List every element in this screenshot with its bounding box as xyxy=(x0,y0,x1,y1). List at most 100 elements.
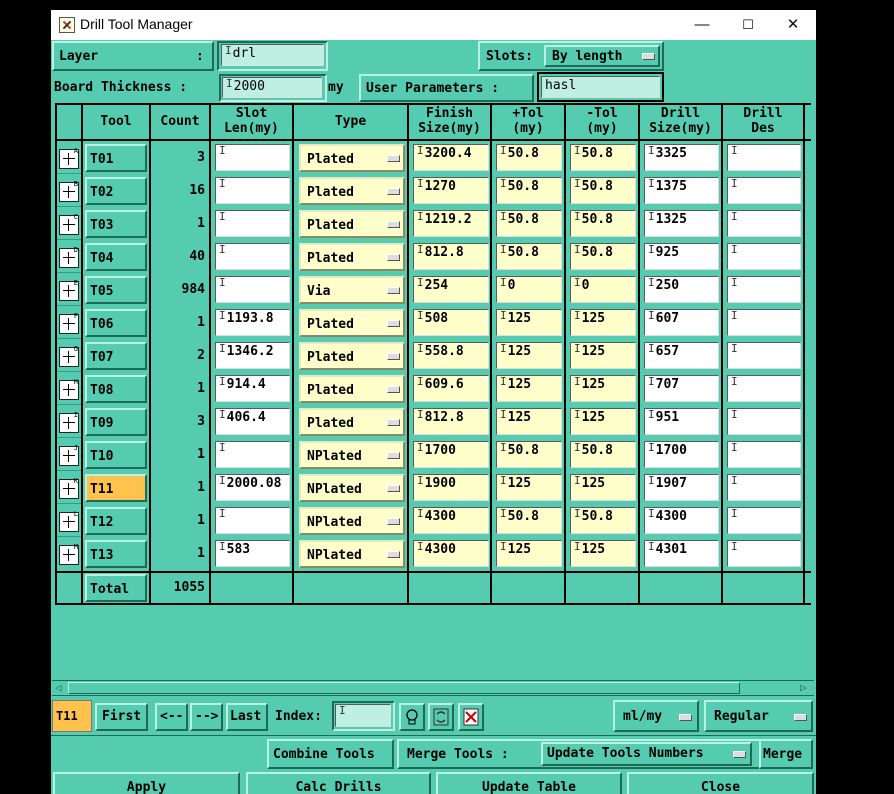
drill-size-input[interactable]: 4300 xyxy=(644,507,719,534)
slot-length-input[interactable] xyxy=(215,177,290,204)
row-expand-icon[interactable]: A xyxy=(59,148,79,169)
row-expand-icon[interactable]: K xyxy=(59,478,79,499)
drill-size-input[interactable]: 707 xyxy=(644,375,719,402)
drill-size-input[interactable]: 1325 xyxy=(644,210,719,237)
minus-tol-input[interactable]: 50.8 xyxy=(570,507,636,534)
type-select[interactable]: Plated xyxy=(299,243,405,271)
maximize-button[interactable]: ☐ xyxy=(725,10,771,40)
drill-des-input[interactable] xyxy=(727,276,801,303)
minus-tol-input[interactable]: 125 xyxy=(570,408,636,435)
type-select[interactable]: Plated xyxy=(299,144,405,172)
calc-drills-button[interactable]: Calc Drills xyxy=(246,772,431,794)
drill-size-input[interactable]: 4301 xyxy=(644,540,719,567)
index-input[interactable] xyxy=(335,704,391,727)
drill-des-input[interactable] xyxy=(727,507,801,534)
delete-button[interactable] xyxy=(458,703,484,731)
plus-tol-input[interactable]: 50.8 xyxy=(496,177,562,204)
row-expand-icon[interactable]: C xyxy=(59,214,79,235)
slot-length-input[interactable] xyxy=(215,210,290,237)
mode-select[interactable]: Regular xyxy=(704,700,813,732)
tool-button[interactable]: T09 xyxy=(85,408,147,436)
tool-button[interactable]: T02 xyxy=(85,177,147,205)
tool-button[interactable]: T01 xyxy=(85,144,147,172)
plus-tol-input[interactable]: 50.8 xyxy=(496,144,562,171)
plus-tol-input[interactable]: 50.8 xyxy=(496,243,562,270)
slot-length-input[interactable]: 406.4 xyxy=(215,408,290,435)
tool-button[interactable]: T13 xyxy=(85,540,147,568)
slot-length-input[interactable]: 1193.8 xyxy=(215,309,290,336)
finish-size-input[interactable]: 812.8 xyxy=(413,408,489,435)
plus-tol-input[interactable]: 125 xyxy=(496,474,562,501)
tool-button[interactable]: T08 xyxy=(85,375,147,403)
row-expand-icon[interactable]: I xyxy=(59,412,79,433)
drill-size-input[interactable]: 607 xyxy=(644,309,719,336)
drill-des-input[interactable] xyxy=(727,375,801,402)
row-expand-icon[interactable]: F xyxy=(59,313,79,334)
type-select[interactable]: Plated xyxy=(299,177,405,205)
drill-des-input[interactable] xyxy=(727,144,801,171)
tool-button[interactable]: T05 xyxy=(85,276,147,304)
scrollbar-thumb[interactable] xyxy=(68,682,740,694)
drill-des-input[interactable] xyxy=(727,441,801,468)
type-select[interactable]: Plated xyxy=(299,375,405,403)
finish-size-input[interactable]: 3200.4 xyxy=(413,144,489,171)
plus-tol-input[interactable]: 0 xyxy=(496,276,562,303)
slots-select[interactable]: By length xyxy=(544,45,660,67)
drill-size-input[interactable]: 3325 xyxy=(644,144,719,171)
type-select[interactable]: Plated xyxy=(299,309,405,337)
tool-button[interactable]: T06 xyxy=(85,309,147,337)
apply-button[interactable]: Apply xyxy=(53,772,240,794)
user-parameters-input[interactable]: hasl xyxy=(541,76,660,98)
drill-des-input[interactable] xyxy=(727,540,801,567)
finish-size-input[interactable]: 1219.2 xyxy=(413,210,489,237)
tool-button[interactable]: T10 xyxy=(85,441,147,469)
row-expand-icon[interactable]: J xyxy=(59,445,79,466)
last-button[interactable]: Last xyxy=(226,703,268,731)
minus-tol-input[interactable]: 50.8 xyxy=(570,210,636,237)
drill-size-input[interactable]: 657 xyxy=(644,342,719,369)
minus-tol-input[interactable]: 50.8 xyxy=(570,441,636,468)
minus-tol-input[interactable]: 125 xyxy=(570,309,636,336)
row-expand-icon[interactable]: D xyxy=(59,247,79,268)
slot-length-input[interactable] xyxy=(215,243,290,270)
prev-button[interactable]: <-- xyxy=(155,703,188,731)
finish-size-input[interactable]: 1270 xyxy=(413,177,489,204)
finish-size-input[interactable]: 1700 xyxy=(413,441,489,468)
minus-tol-input[interactable]: 125 xyxy=(570,375,636,402)
drill-size-input[interactable]: 250 xyxy=(644,276,719,303)
type-select[interactable]: NPlated xyxy=(299,441,405,469)
drill-des-input[interactable] xyxy=(727,408,801,435)
minus-tol-input[interactable]: 125 xyxy=(570,540,636,567)
tool-button[interactable]: T12 xyxy=(85,507,147,535)
minus-tol-input[interactable]: 50.8 xyxy=(570,144,636,171)
next-button[interactable]: --> xyxy=(190,703,223,731)
row-expand-icon[interactable]: M xyxy=(59,544,79,565)
drill-size-input[interactable]: 951 xyxy=(644,408,719,435)
minus-tol-input[interactable]: 50.8 xyxy=(570,177,636,204)
drill-size-input[interactable]: 1700 xyxy=(644,441,719,468)
drill-size-input[interactable]: 1907 xyxy=(644,474,719,501)
slot-length-input[interactable] xyxy=(215,144,290,171)
tool-button[interactable]: T03 xyxy=(85,210,147,238)
drill-des-input[interactable] xyxy=(727,177,801,204)
scroll-right-icon[interactable]: ▷ xyxy=(800,681,807,694)
combine-tools-button[interactable]: Combine Tools xyxy=(267,739,394,769)
type-select[interactable]: NPlated xyxy=(299,540,405,568)
close-window-button[interactable]: ✕ xyxy=(770,10,816,40)
update-table-button[interactable]: Update Table xyxy=(436,772,622,794)
drill-des-input[interactable] xyxy=(727,474,801,501)
type-select[interactable]: Via xyxy=(299,276,405,304)
minus-tol-input[interactable]: 125 xyxy=(570,474,636,501)
slot-length-input[interactable]: 914.4 xyxy=(215,375,290,402)
finish-size-input[interactable]: 4300 xyxy=(413,507,489,534)
finish-size-input[interactable]: 1900 xyxy=(413,474,489,501)
drill-des-input[interactable] xyxy=(727,210,801,237)
plus-tol-input[interactable]: 50.8 xyxy=(496,441,562,468)
tool-button[interactable]: T04 xyxy=(85,243,147,271)
minus-tol-input[interactable]: 125 xyxy=(570,342,636,369)
plus-tol-input[interactable]: 50.8 xyxy=(496,507,562,534)
type-select[interactable]: Plated xyxy=(299,342,405,370)
drill-size-input[interactable]: 1375 xyxy=(644,177,719,204)
layer-input[interactable]: drl xyxy=(221,44,324,66)
scroll-left-icon[interactable]: ◁ xyxy=(55,681,62,694)
